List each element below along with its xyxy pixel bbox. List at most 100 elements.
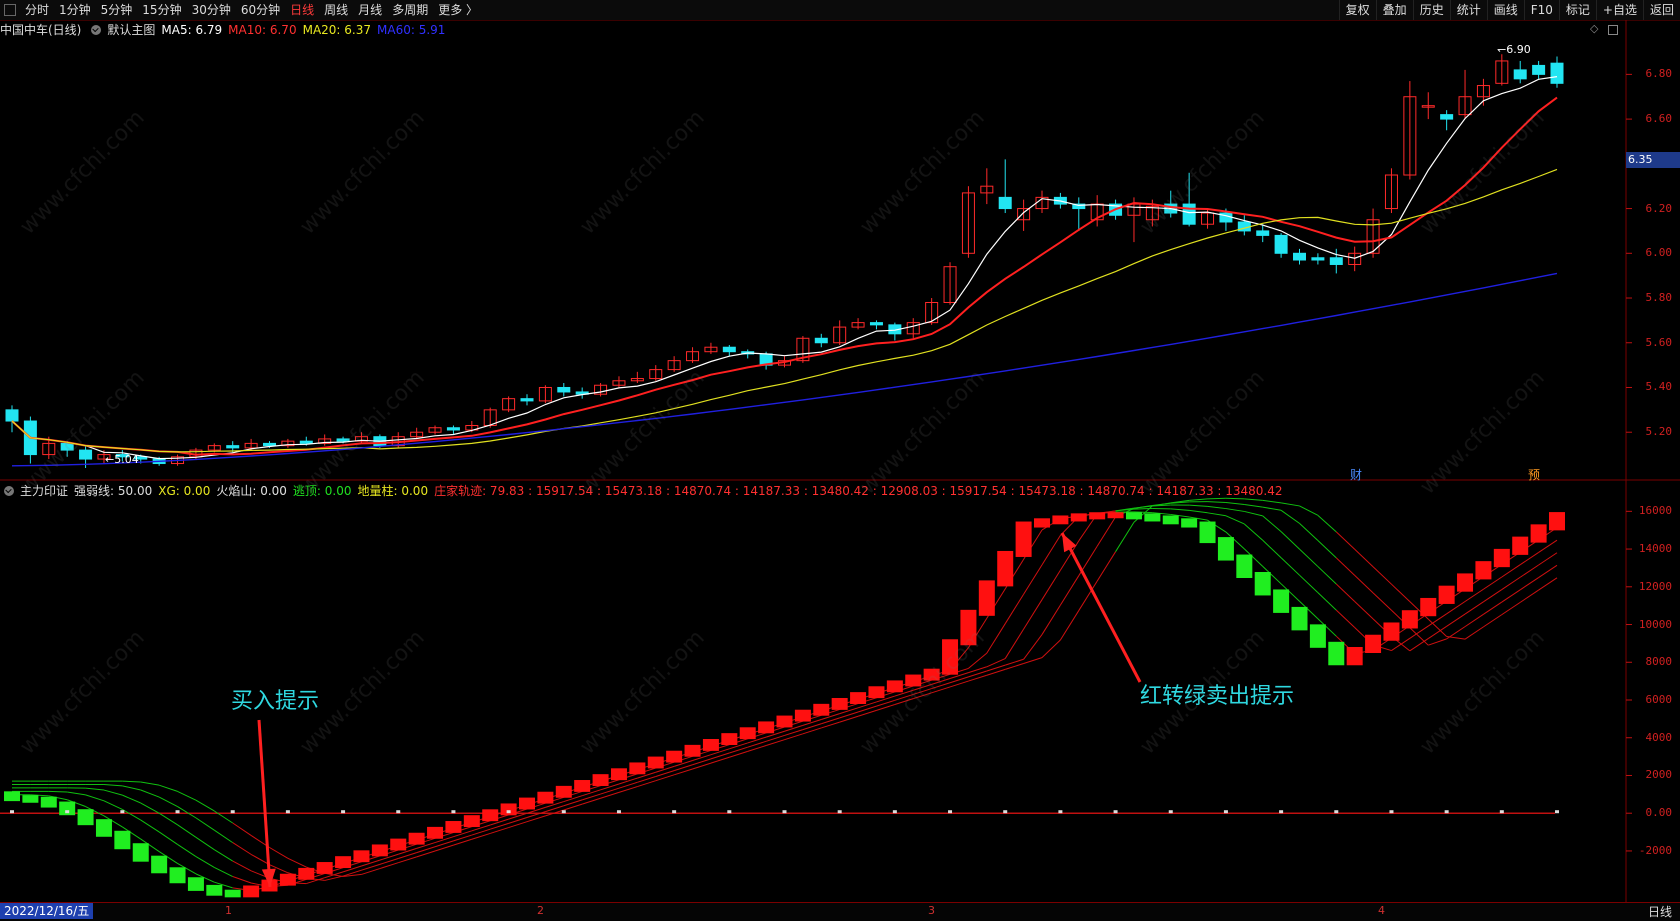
band-4-seg-78 (1428, 639, 1446, 645)
indicator-block-25 (464, 815, 480, 827)
indicator-block-19 (353, 850, 369, 862)
indicator-tick-6: 4000 (1646, 731, 1673, 744)
indicator-block-15 (280, 874, 296, 886)
indicator-block-64 (1181, 518, 1197, 527)
zero-marker-57 (1058, 810, 1062, 813)
indicator-block-30 (556, 786, 572, 798)
high-price-label: ↽6.90 (1497, 43, 1531, 56)
zero-marker-39 (727, 810, 731, 813)
band-3-seg-73 (1336, 584, 1354, 601)
candle-body-78 (1441, 115, 1453, 119)
band-5-seg-15 (270, 847, 288, 858)
period-indicator[interactable]: 日线 (1648, 903, 1672, 920)
band-5-seg-72 (1318, 515, 1336, 532)
indicator-block-53 (979, 580, 995, 615)
price-tick-1: 6.60 (1646, 112, 1673, 125)
indicator-block-7 (133, 843, 149, 861)
zero-marker-27 (507, 810, 511, 813)
ma5-line (12, 77, 1557, 459)
indicator-block-31 (574, 780, 590, 792)
indicator-block-26 (482, 809, 498, 821)
indicator-block-78 (1439, 586, 1455, 604)
month-label-2: 2 (537, 904, 544, 917)
band-4-seg-75 (1373, 593, 1391, 610)
indicator-block-70 (1292, 607, 1308, 630)
band-4-seg-58 (1060, 576, 1078, 605)
band-2-seg-67 (1226, 516, 1244, 524)
indicator-block-37 (685, 745, 701, 757)
indicator-block-61 (1126, 512, 1142, 519)
band-5-seg-8 (141, 782, 159, 785)
band-2-seg-12 (214, 867, 232, 876)
price-tick-3: 6.20 (1646, 202, 1673, 215)
band-3-seg-55 (1005, 629, 1023, 658)
indicator-block-12 (225, 890, 241, 898)
indicator-block-42 (777, 716, 793, 728)
zero-marker-24 (451, 810, 455, 813)
band-3-seg-74 (1355, 601, 1373, 618)
price-tick-8: 5.20 (1646, 425, 1673, 438)
month-label-3: 3 (928, 904, 935, 917)
indicator-block-68 (1255, 572, 1271, 595)
zero-marker-21 (396, 810, 400, 813)
indicator-block-41 (758, 721, 774, 733)
zero-marker-33 (617, 810, 621, 813)
indicator-block-55 (1016, 522, 1032, 557)
indicator-block-48 (887, 680, 903, 692)
event-yu-badge[interactable]: 预 (1528, 466, 1540, 483)
zero-marker-60 (1114, 810, 1118, 813)
band-4-seg-12 (214, 830, 232, 842)
band-4-seg-67 (1226, 503, 1244, 505)
zero-marker-45 (838, 810, 842, 813)
indicator-block-71 (1310, 624, 1326, 647)
candle-body-39 (723, 347, 735, 351)
band-4-seg-73 (1336, 558, 1354, 575)
current-price-tag: 6.35 (1626, 152, 1680, 168)
band-4-seg-11 (196, 818, 214, 830)
candle-body-12 (227, 446, 239, 448)
indicator-block-11 (206, 885, 222, 896)
band-3-seg-9 (159, 813, 177, 825)
zero-marker-78 (1445, 810, 1449, 813)
candle-body-16 (300, 441, 312, 443)
price-tick-7: 5.40 (1646, 380, 1673, 393)
indicator-block-66 (1218, 537, 1234, 560)
zero-marker-63 (1169, 810, 1173, 813)
band-3-seg-84 (1539, 553, 1557, 565)
indicator-tick-7: 2000 (1646, 768, 1673, 781)
band-5-seg-65 (1189, 499, 1207, 501)
band-5-seg-79 (1447, 637, 1465, 640)
band-4-seg-70 (1281, 510, 1299, 523)
band-5-seg-16 (288, 858, 306, 867)
indicator-block-22 (409, 833, 425, 845)
indicator-block-77 (1420, 598, 1436, 616)
band-2-seg-73 (1336, 610, 1354, 627)
low-price-label: ←5.04 (105, 453, 139, 466)
band-3-seg-5 (86, 788, 104, 790)
band-2-seg-7 (122, 809, 140, 820)
band-5-seg-9 (159, 785, 177, 791)
indicator-block-21 (390, 839, 406, 851)
candle-body-44 (815, 338, 827, 342)
band-2-seg-8 (141, 820, 159, 832)
indicator-tick-1: 14000 (1639, 542, 1672, 555)
indicator-block-32 (593, 774, 609, 786)
indicator-block-35 (648, 757, 664, 769)
event-cai-badge[interactable]: 财 (1350, 466, 1362, 483)
indicator-block-1 (22, 795, 38, 803)
indicator-block-4 (78, 809, 94, 825)
sell-arrow-shaft (1062, 533, 1140, 682)
zero-marker-66 (1224, 810, 1228, 813)
band-4-seg-84 (1539, 565, 1557, 577)
band-5-seg-84 (1539, 578, 1557, 590)
chart-canvas[interactable] (0, 0, 1680, 920)
candle-body-28 (521, 399, 533, 401)
time-axis (0, 902, 1680, 921)
candle-body-83 (1533, 65, 1545, 74)
band-3-seg-80 (1465, 602, 1483, 614)
candle-body-71 (1312, 258, 1324, 260)
zero-marker-81 (1500, 810, 1504, 813)
indicator-block-74 (1365, 635, 1381, 653)
indicator-tick-3: 10000 (1639, 618, 1672, 631)
indicator-block-8 (151, 856, 167, 874)
